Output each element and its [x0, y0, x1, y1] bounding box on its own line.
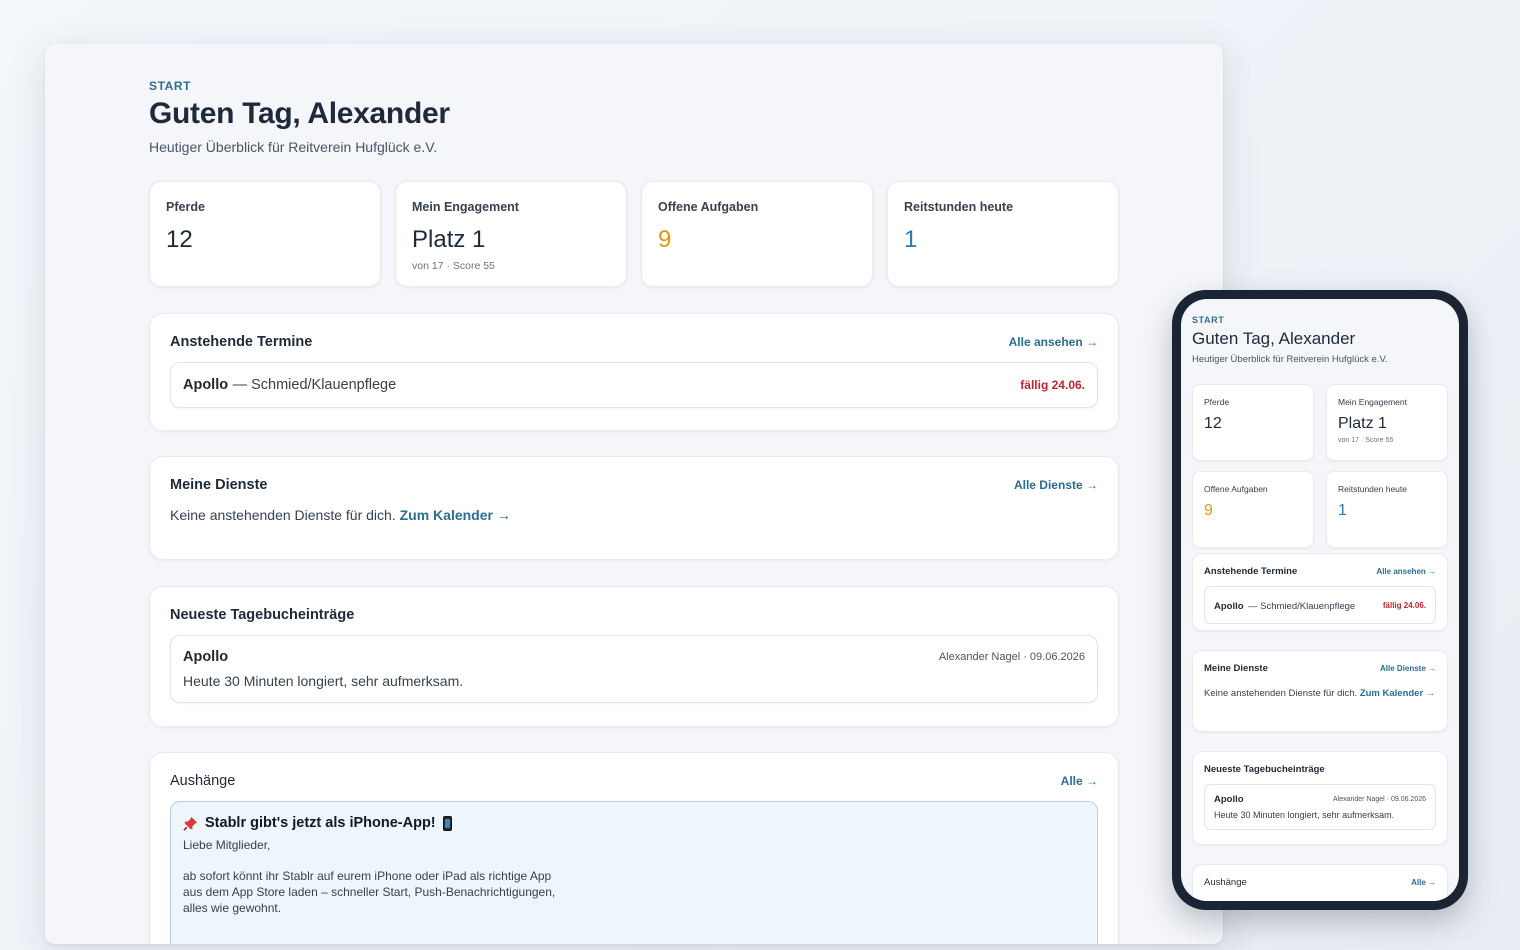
stat-label: Mein Engagement	[412, 200, 519, 214]
calendar-link[interactable]: Zum Kalender →	[1360, 688, 1436, 699]
stats-grid: Pferde 12 Mein Engagement Platz 1 von 17…	[1192, 384, 1448, 548]
card-title: Neueste Tagebucheinträge	[170, 607, 355, 623]
card-title: Meine Dienste	[170, 477, 268, 493]
see-all-appointments-link[interactable]: Alle ansehen →	[1376, 567, 1436, 576]
appointment-horse: Apollo	[1214, 601, 1244, 612]
entry-text: Heute 30 Minuten longiert, sehr aufmerks…	[183, 673, 464, 689]
notice-item[interactable]: Stablr gibt's jetzt als iPhone-App! Lieb…	[170, 801, 1098, 944]
stat-card-tasks[interactable]: Offene Aufgaben 9	[641, 181, 873, 287]
card-title: Anstehende Termine	[170, 334, 313, 350]
appointments-card: Anstehende Termine Alle ansehen → Apollo…	[1192, 553, 1448, 631]
stat-value: 1	[1338, 502, 1347, 519]
card-title: Aushänge	[170, 773, 236, 789]
page-title: Guten Tag, Alexander	[1192, 329, 1356, 348]
stat-label: Reitstunden heute	[904, 200, 1014, 214]
breadcrumb: START	[149, 79, 192, 93]
card-title: Anstehende Termine	[1204, 566, 1298, 577]
notices-card: Aushänge Alle →	[1192, 864, 1448, 901]
stat-label: Reitstunden heute	[1338, 484, 1407, 494]
appointment-item[interactable]: Apollo — Schmied/Klauenpflege fällig 24.…	[170, 362, 1098, 408]
stat-value: 12	[1204, 415, 1222, 432]
stat-value: Platz 1	[412, 226, 486, 253]
diary-card: Neueste Tagebucheinträge Apollo Alexande…	[1192, 751, 1448, 845]
stat-subtext: von 17 · Score 55	[412, 260, 495, 272]
services-empty-text: Keine anstehenden Dienste für dich. Zum …	[170, 507, 1098, 523]
notice-line: ab sofort könnt ihr Stablr auf eurem iPh…	[183, 869, 552, 883]
due-badge: fällig 24.06.	[1020, 378, 1085, 392]
calendar-link[interactable]: Zum Kalender →	[400, 507, 511, 523]
stat-card-engagement[interactable]: Mein Engagement Platz 1 von 17 · Score 5…	[395, 181, 627, 287]
stat-value: Platz 1	[1338, 415, 1387, 432]
notice-body: ab sofort könnt ihr Stablr auf eurem iPh…	[183, 868, 1085, 916]
stat-card-horses[interactable]: Pferde 12	[149, 181, 381, 287]
notice-title: Stablr gibt's jetzt als iPhone-App!	[183, 815, 1085, 831]
diary-entry[interactable]: Apollo Alexander Nagel · 09.06.2026 Heut…	[1204, 784, 1436, 830]
breadcrumb: START	[1192, 315, 1225, 325]
empty-message: Keine anstehenden Dienste für dich.	[1204, 688, 1358, 699]
all-notices-link[interactable]: Alle →	[1411, 878, 1436, 887]
phone-frame: START Guten Tag, Alexander Heutiger Über…	[1172, 290, 1468, 910]
due-badge: fällig 24.06.	[1382, 600, 1426, 610]
diary-entry[interactable]: Apollo Alexander Nagel · 09.06.2026 Heut…	[170, 635, 1098, 703]
notices-card: Aushänge Alle → Stablr gibt's jetzt als …	[149, 752, 1119, 944]
appointments-card: Anstehende Termine Alle ansehen → Apollo…	[149, 313, 1119, 431]
services-card: Meine Dienste Alle Dienste → Keine anste…	[149, 456, 1119, 560]
stat-value: 9	[1204, 502, 1213, 519]
stat-label: Pferde	[1204, 397, 1230, 407]
phone-screen: START Guten Tag, Alexander Heutiger Über…	[1181, 299, 1459, 901]
desktop-window: START Guten Tag, Alexander Heutiger Über…	[45, 44, 1223, 944]
stat-value: 1	[904, 226, 918, 253]
diary-card: Neueste Tagebucheinträge Apollo Alexande…	[149, 586, 1119, 727]
appointment-item[interactable]: Apollo — Schmied/Klauenpflege fällig 24.…	[1204, 586, 1436, 624]
appointment-type: — Schmied/Klauenpflege	[1248, 601, 1356, 612]
mobile-phone-icon	[442, 815, 452, 831]
notice-greeting: Liebe Mitglieder,	[183, 838, 271, 852]
stat-card-lessons[interactable]: Reitstunden heute 1	[1326, 471, 1448, 548]
notice-line: alles wie gewohnt.	[183, 901, 282, 915]
notice-title-text: Stablr gibt's jetzt als iPhone-App!	[205, 815, 436, 831]
entry-meta: Alexander Nagel · 09.06.2026	[1332, 796, 1426, 803]
stat-value: 12	[166, 226, 193, 253]
card-title: Meine Dienste	[1204, 663, 1268, 674]
services-empty-text: Keine anstehenden Dienste für dich. Zum …	[1204, 687, 1436, 701]
pushpin-icon	[183, 816, 198, 831]
page-subtitle: Heutiger Überblick für Reitverein Hufglü…	[149, 139, 438, 155]
all-services-link[interactable]: Alle Dienste →	[1014, 478, 1098, 492]
stat-subtext: von 17 · Score 55	[1338, 437, 1394, 444]
card-title: Neueste Tagebucheinträge	[1204, 764, 1325, 775]
services-card: Meine Dienste Alle Dienste → Keine anste…	[1192, 650, 1448, 732]
stat-value: 9	[658, 226, 672, 253]
stat-label: Offene Aufgaben	[1204, 484, 1268, 494]
appointment-type: — Schmied/Klauenpflege	[232, 377, 397, 393]
entry-meta: Alexander Nagel · 09.06.2026	[938, 651, 1085, 663]
stat-label: Mein Engagement	[1338, 397, 1407, 407]
stat-card-horses[interactable]: Pferde 12	[1192, 384, 1314, 461]
stat-label: Offene Aufgaben	[658, 200, 759, 214]
page-subtitle: Heutiger Überblick für Reitverein Hufglü…	[1192, 354, 1388, 365]
entry-horse: Apollo	[1214, 794, 1244, 805]
entry-text: Heute 30 Minuten longiert, sehr aufmerks…	[1214, 810, 1395, 820]
stats-row: Pferde 12 Mein Engagement Platz 1 von 17…	[149, 181, 1119, 287]
appointment-horse: Apollo	[183, 377, 229, 393]
entry-horse: Apollo	[183, 649, 229, 665]
page-title: Guten Tag, Alexander	[149, 97, 450, 130]
see-all-appointments-link[interactable]: Alle ansehen →	[1009, 335, 1098, 349]
card-title: Aushänge	[1204, 877, 1247, 888]
notice-line: aus dem App Store laden – schneller Star…	[183, 885, 556, 899]
all-notices-link[interactable]: Alle →	[1061, 774, 1098, 788]
stat-card-tasks[interactable]: Offene Aufgaben 9	[1192, 471, 1314, 548]
all-services-link[interactable]: Alle Dienste →	[1380, 664, 1436, 673]
stat-label: Pferde	[166, 200, 205, 214]
stat-card-engagement[interactable]: Mein Engagement Platz 1 von 17 · Score 5…	[1326, 384, 1448, 461]
stat-card-lessons[interactable]: Reitstunden heute 1	[887, 181, 1119, 287]
empty-message: Keine anstehenden Dienste für dich.	[170, 507, 396, 523]
